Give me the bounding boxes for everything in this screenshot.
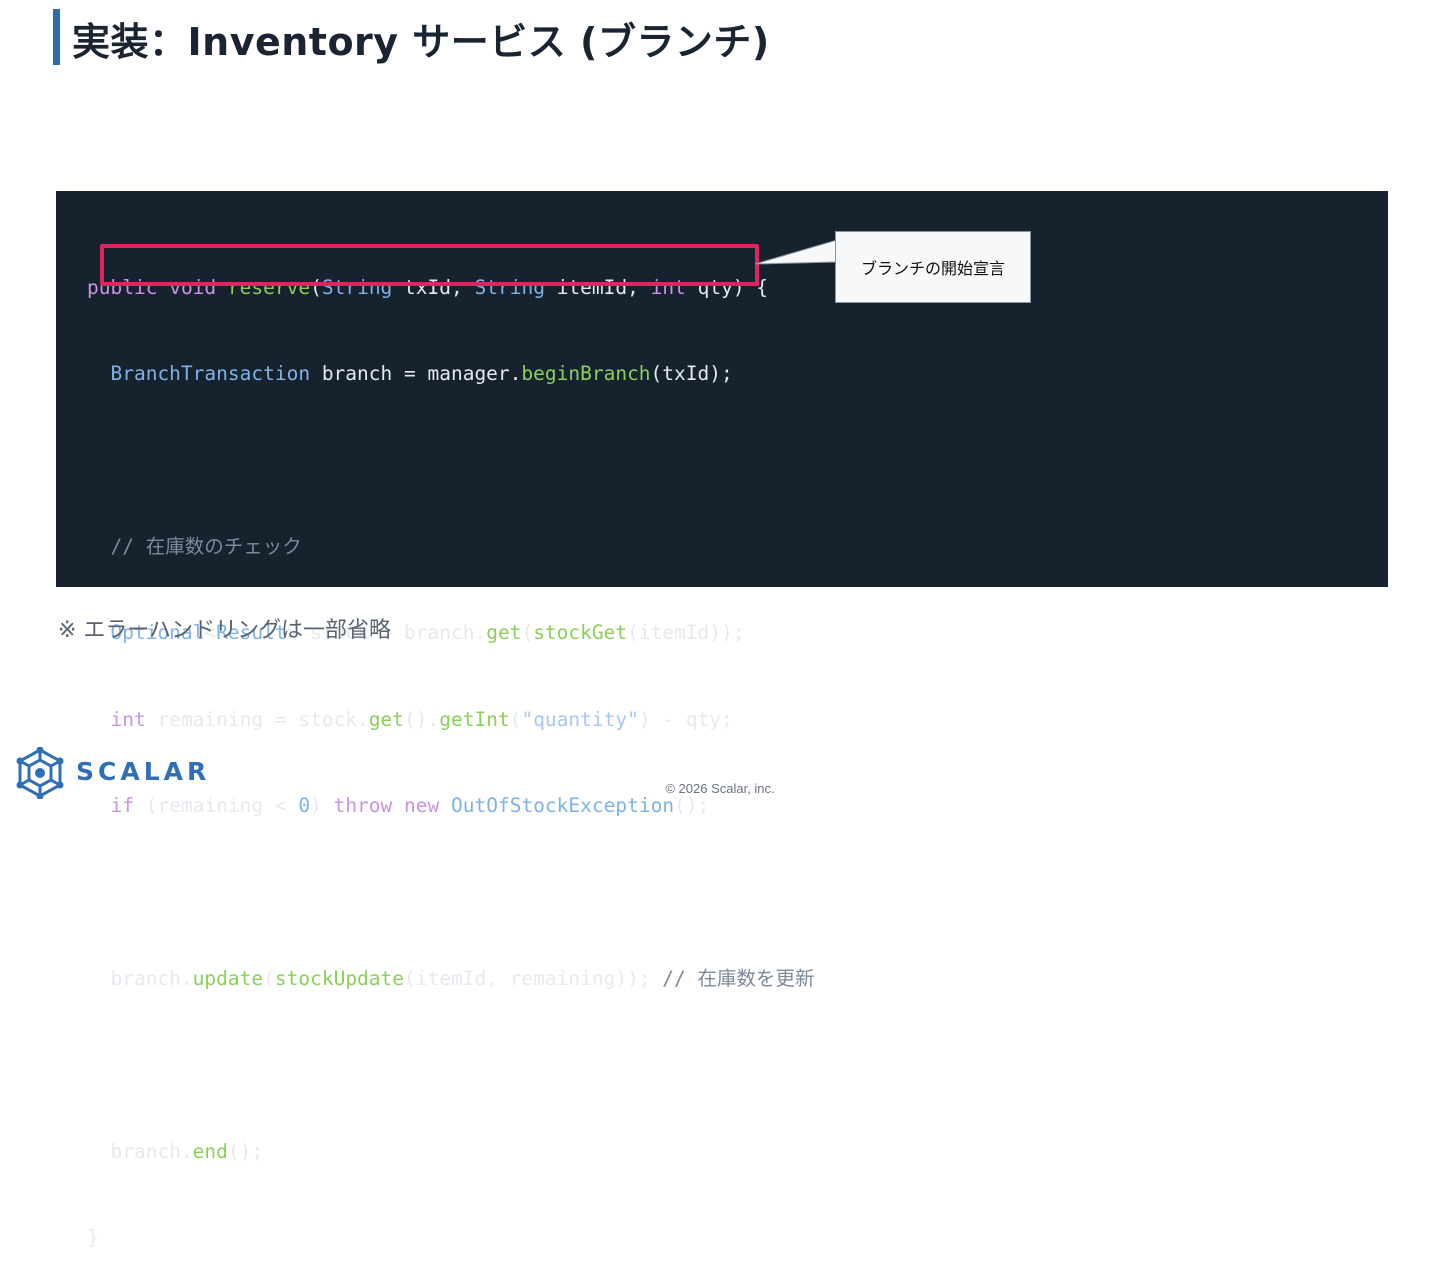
code-token: get bbox=[368, 707, 405, 731]
code-block: public void reserve(String txId, String … bbox=[87, 216, 815, 1281]
code-token: (itemId)); bbox=[627, 621, 745, 645]
code-token: OutOfStockException bbox=[451, 793, 675, 817]
slide-title: 実装：Inventory サービス (ブランチ) bbox=[72, 20, 770, 64]
code-token: ) bbox=[310, 793, 334, 817]
callout-box: ブランチの開始宣言 bbox=[835, 231, 1031, 303]
highlight-box bbox=[100, 244, 759, 286]
code-token: } bbox=[87, 1225, 99, 1249]
callout-pointer bbox=[755, 239, 837, 265]
copyright: © 2026 Scalar, inc. bbox=[665, 781, 775, 796]
code-token: (). bbox=[404, 707, 440, 731]
code-line-4: // 在庫数のチェック bbox=[87, 533, 815, 562]
code-token: ( bbox=[509, 707, 522, 731]
code-token: update bbox=[192, 966, 264, 990]
code-token: (txId); bbox=[650, 361, 733, 385]
callout-text: ブランチの開始宣言 bbox=[860, 259, 1005, 278]
code-token: (itemId, remaining)); bbox=[404, 966, 663, 990]
code-token: beginBranch bbox=[521, 361, 651, 385]
code-line-2: BranchTransaction branch = manager.begin… bbox=[87, 360, 815, 389]
code-string: "quantity" bbox=[521, 707, 639, 731]
code-token: (remaining < bbox=[133, 793, 299, 817]
title-accent-bar bbox=[53, 9, 60, 65]
code-line-6: int remaining = stock.get().getInt("quan… bbox=[87, 706, 815, 735]
code-token: remaining = stock. bbox=[145, 707, 369, 731]
code-line-12: } bbox=[87, 1224, 815, 1253]
code-token: new bbox=[404, 793, 440, 817]
code-token: getInt bbox=[439, 707, 510, 731]
code-comment: // 在庫数を更新 bbox=[662, 966, 815, 990]
code-token: (); bbox=[227, 1139, 264, 1163]
code-token: branch = manager. bbox=[310, 361, 522, 385]
code-token: ( bbox=[521, 621, 534, 645]
code-token: get bbox=[486, 621, 522, 645]
code-token: ) - qty; bbox=[638, 707, 733, 731]
code-token: stockGet bbox=[533, 621, 628, 645]
footnote: ※ エラーハンドリングは一部省略 bbox=[58, 618, 391, 643]
code-line-9: branch.update(stockUpdate(itemId, remain… bbox=[87, 965, 815, 994]
code-token: (); bbox=[674, 793, 710, 817]
code-number: 0 bbox=[298, 793, 311, 817]
code-token: branch. bbox=[87, 966, 193, 990]
code-comment: // 在庫数のチェック bbox=[110, 534, 302, 558]
code-line-11: branch.end(); bbox=[87, 1138, 815, 1167]
code-token: throw bbox=[333, 793, 393, 817]
code-token: stockUpdate bbox=[274, 966, 405, 990]
code-token: int bbox=[110, 707, 146, 731]
code-token: if bbox=[110, 793, 134, 817]
code-token: end bbox=[192, 1139, 228, 1163]
code-token: ( bbox=[263, 966, 275, 990]
code-token: BranchTransaction bbox=[110, 361, 311, 385]
code-line-7: if (remaining < 0) throw new OutOfStockE… bbox=[87, 792, 815, 821]
code-token: branch. bbox=[87, 1139, 193, 1163]
